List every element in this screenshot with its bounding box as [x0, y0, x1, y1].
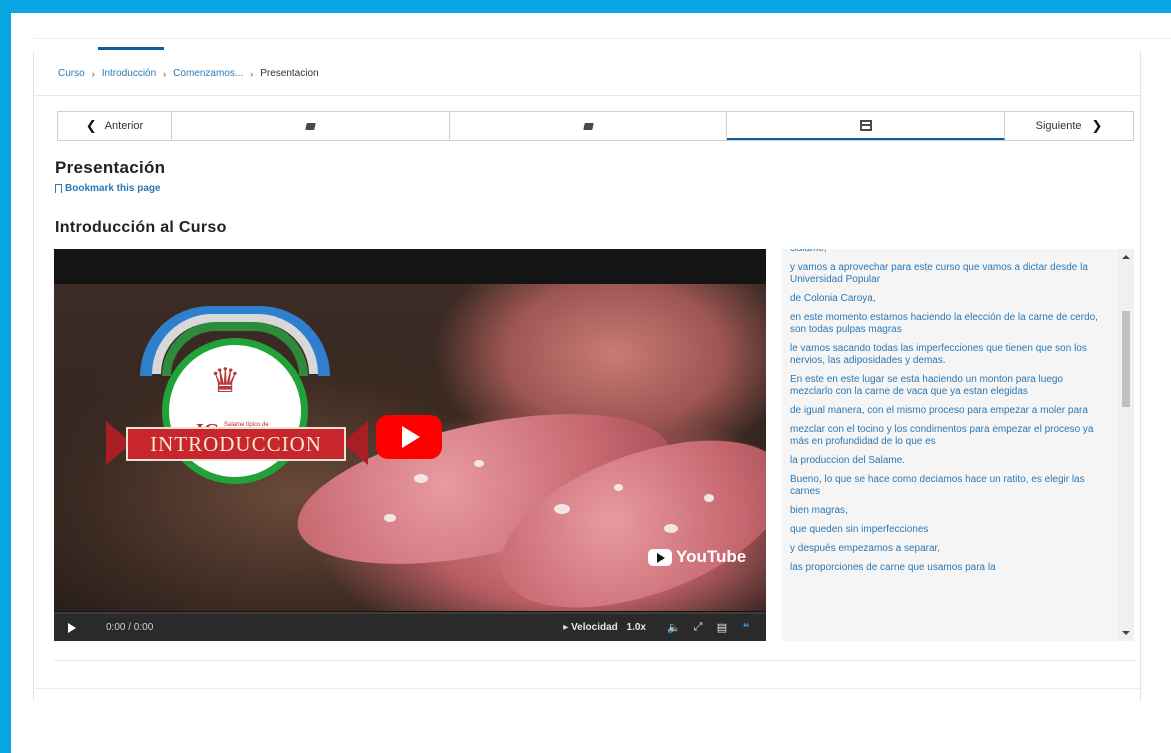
content-divider — [54, 660, 1136, 661]
captions-quote-icon[interactable]: ❝ — [734, 621, 758, 634]
breadcrumb-item-current: Presentacion — [260, 68, 319, 79]
breadcrumb: Curso › Introducción › Comenzamos... › P… — [34, 52, 1140, 96]
previous-label: Anterior — [104, 120, 144, 132]
fat-speck — [614, 484, 623, 491]
sequence-unit-2[interactable] — [450, 112, 728, 140]
logo-disc — [162, 338, 308, 484]
transcript-toggle-icon[interactable]: ▤ — [710, 621, 734, 634]
chef-icon: ♛ — [210, 362, 241, 400]
next-button[interactable]: Siguiente ❯ — [1005, 112, 1133, 140]
breadcrumb-separator: › — [250, 68, 254, 79]
sequence-unit-1[interactable] — [172, 112, 450, 140]
transcript-line[interactable]: que queden sin imperfecciones — [790, 524, 1108, 536]
breadcrumb-item-introduccion[interactable]: Introducción — [102, 68, 156, 79]
fat-speck — [414, 474, 428, 483]
transcript-line[interactable]: le vamos sacando todas las imperfeccione… — [790, 343, 1108, 367]
fat-speck — [384, 514, 396, 522]
transcript-line[interactable]: y después empezamos a separar, — [790, 543, 1108, 555]
speed-value: 1.0x — [626, 622, 646, 633]
transcript-scrollbar[interactable] — [1118, 249, 1134, 641]
bookmark-label: Bookmark this page — [65, 183, 161, 194]
breadcrumb-item-curso[interactable]: Curso — [58, 68, 85, 79]
transcript-line[interactable]: la produccion del Salame. — [790, 455, 1108, 467]
bookmark-icon — [55, 184, 62, 193]
scroll-up-icon[interactable] — [1122, 255, 1130, 259]
scroll-down-icon[interactable] — [1122, 631, 1130, 635]
next-label: Siguiente — [1035, 120, 1082, 132]
active-course-tab-indicator — [98, 47, 164, 50]
section-title: Introducción al Curso — [55, 219, 227, 236]
fat-speck — [704, 494, 714, 502]
transcript-line[interactable]: de Colonia Caroya, — [790, 293, 1108, 305]
video-time: 0:00 / 0:00 — [106, 622, 154, 633]
chevron-left-icon: ❮ — [85, 118, 97, 133]
video-player[interactable]: ♛ IG Salame típico de COLONIA CAROYA INT… — [54, 249, 766, 641]
transcript-panel[interactable]: Salame, y vamos a aprovechar para este cu… — [782, 249, 1118, 641]
sequence-navigation: ❮ Anterior Siguiente ❯ — [57, 111, 1134, 141]
sequence-unit-3-active[interactable] — [727, 112, 1006, 140]
fat-speck — [554, 504, 570, 514]
chevron-right-icon: ❯ — [1091, 118, 1103, 133]
speed-arrow-icon: ▸ — [563, 622, 572, 633]
problem-icon — [582, 122, 594, 130]
transcript-line[interactable]: y vamos a aprovechar para este curso que… — [790, 262, 1108, 286]
youtube-logo[interactable]: YouTube — [648, 547, 746, 567]
youtube-play-button[interactable] — [376, 415, 442, 459]
page-title: Presentación — [55, 158, 166, 177]
transcript-line[interactable]: mezclar con el tocino y los condimentos … — [790, 424, 1108, 448]
transcript-line[interactable]: de igual manera, con el mismo proceso pa… — [790, 405, 1108, 417]
breadcrumb-separator: › — [91, 68, 95, 79]
breadcrumb-item-comenzamos[interactable]: Comenzamos... — [173, 68, 243, 79]
course-logo-badge: ♛ IG Salame típico de COLONIA CAROYA — [132, 306, 337, 506]
intro-banner: INTRODUCCION — [126, 427, 346, 461]
card-bottom-divider — [33, 688, 1141, 689]
previous-button[interactable]: ❮ Anterior — [58, 112, 172, 140]
volume-icon[interactable]: 🔈 — [662, 621, 686, 634]
transcript-line[interactable]: Salame, — [790, 249, 1108, 255]
breadcrumb-separator: › — [163, 68, 167, 79]
transcript-line[interactable]: Bueno, lo que se hace como deciamos hace… — [790, 474, 1108, 498]
fat-speck — [474, 460, 484, 467]
speed-button[interactable]: ▸ Velocidad 1.0x — [563, 622, 646, 633]
bookmark-button[interactable]: Bookmark this page — [55, 183, 161, 194]
transcript-line[interactable]: En este en este lugar se esta haciendo u… — [790, 374, 1108, 398]
youtube-icon — [648, 548, 672, 566]
transcript-line[interactable]: bien magras, — [790, 505, 1108, 517]
scroll-thumb[interactable] — [1122, 311, 1130, 407]
transcript-line[interactable]: las proporciones de carne que usamos par… — [790, 562, 1108, 574]
top-divider — [33, 38, 1171, 39]
play-icon[interactable] — [68, 622, 76, 633]
intro-banner-text: INTRODUCCION — [150, 431, 322, 456]
youtube-brand-text: YouTube — [676, 547, 747, 566]
problem-icon — [305, 122, 316, 130]
fullscreen-icon[interactable]: ⤢ — [686, 621, 710, 634]
transcript-line[interactable]: en este momento estamos haciendo la elec… — [790, 312, 1108, 336]
video-controls: 0:00 / 0:00 ▸ Velocidad 1.0x 🔈 ⤢ ▤ ❝ — [54, 612, 766, 641]
speed-label: Velocidad — [571, 622, 618, 633]
fat-speck — [664, 524, 678, 533]
video-icon — [859, 119, 872, 131]
